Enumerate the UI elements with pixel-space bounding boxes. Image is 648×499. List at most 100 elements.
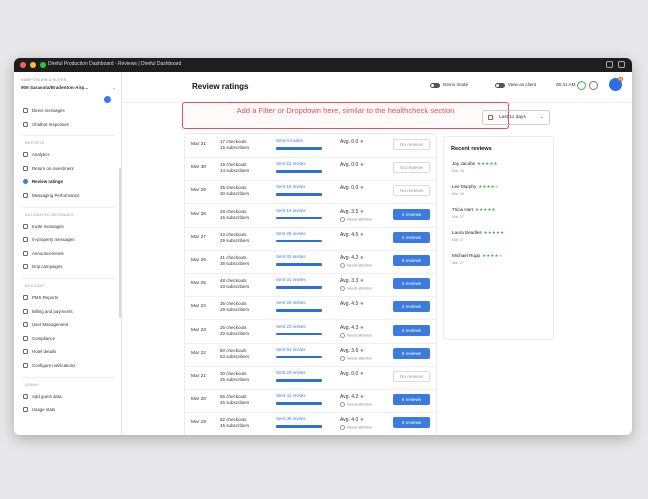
sidebar-item[interactable]: Billing and payments: [23, 307, 115, 316]
sidebar-item[interactable]: Review ratings: [23, 177, 115, 186]
sidebar-item[interactable]: Analytics: [23, 150, 115, 159]
reviews-button[interactable]: 4 reviews: [393, 324, 430, 336]
table-row: Mar 30 19 checkouts 14 subscribers Sent 12 …: [185, 157, 436, 182]
row-counts: 19 checkouts 14 subscribers: [220, 162, 249, 174]
row-subscribers: 25 subscribers: [220, 377, 250, 382]
sidebar-item[interactable]: User Management: [23, 320, 115, 329]
table-row: Mar 20 56 checkouts 45 subscribers Sent 41 …: [185, 389, 436, 414]
close-window-button[interactable]: [20, 62, 26, 68]
row-invites-link[interactable]: Sent 51 invites: [276, 347, 306, 352]
demo-mode-toggle[interactable]: [430, 83, 440, 88]
star-icon: ★: [359, 278, 365, 285]
bell-icon: [23, 363, 28, 368]
megaphone-icon: [23, 250, 28, 256]
sidebar-item[interactable]: PMS Reports: [23, 293, 115, 302]
star-icon: ★: [359, 417, 365, 424]
sidebar-scrollbar[interactable]: [119, 168, 121, 318]
sidebar-item[interactable]: Direct messages: [23, 106, 115, 115]
sidebar-item-label: Drip campaigns: [32, 264, 63, 270]
reviewer-name: Jay Jacobs: [452, 161, 475, 166]
review-date: Mar 27: [452, 215, 464, 219]
reviews-button[interactable]: 4 reviews: [393, 231, 430, 243]
row-date: Mar 23: [191, 327, 206, 333]
reviews-button[interactable]: 6 reviews: [393, 417, 430, 429]
sidebar-item-label: Add guest data: [32, 393, 62, 399]
star-rating-icon: ★★★★★: [475, 207, 496, 212]
star-icon: ★: [359, 208, 365, 215]
sidebar-item[interactable]: Usage stats: [23, 405, 115, 414]
window-title: Direful Production Dashboard - Reviews |…: [48, 61, 182, 67]
row-counts: 28 checkouts 16 subscribers: [220, 209, 249, 221]
recent-review-item[interactable]: Laura Beadles ★★★★★ Mar 27: [452, 230, 504, 242]
sidebar-section-title: ACCOUNT: [25, 284, 45, 288]
row-invites-link[interactable]: Sent 41 invites: [276, 393, 306, 398]
row-counts: 60 checkouts 53 subscribers: [220, 348, 249, 360]
date-range-dropdown[interactable]: Last 11 days ⌄: [482, 110, 550, 125]
row-average: Avg. 4.5 ★: [340, 301, 364, 307]
reviews-button[interactable]: 8 reviews: [393, 347, 430, 359]
reviews-button[interactable]: 2 reviews: [393, 301, 430, 313]
recent-review-item[interactable]: Michael Rupp ★★★★★ Mar 27: [452, 253, 503, 265]
star-rating-icon: ★★★★★: [482, 253, 503, 258]
sidebar-item[interactable]: Messaging Performance: [23, 191, 115, 200]
row-invites-link[interactable]: Sent 18 invites: [276, 184, 306, 189]
row-invites-link[interactable]: Sent 28 invites: [276, 231, 306, 236]
extension-icon[interactable]: [606, 61, 613, 68]
row-average-value: Avg. 0.0: [340, 139, 359, 145]
stats-icon: [23, 407, 28, 413]
row-invites-link[interactable]: Sent 0 invites: [276, 138, 303, 143]
sidebar-item[interactable]: Return on investment: [23, 164, 115, 173]
needs-attention-label: Needs attention: [340, 217, 372, 222]
row-average: Avg. 4.2 ★: [340, 394, 364, 400]
row-average: Avg. 0.0 ★: [340, 371, 364, 377]
row-date: Mar 20: [191, 397, 206, 403]
sidebar-item[interactable]: Drip campaigns: [23, 262, 115, 271]
recent-reviews-title: Recent reviews: [451, 146, 492, 152]
recent-review-item[interactable]: Lee Murphy ★★★★★ Mar 28: [452, 184, 499, 196]
sidebar-item[interactable]: In-property messages: [23, 235, 115, 244]
row-invites-link[interactable]: Sent 12 invites: [276, 161, 306, 166]
collapse-sidebar-icon[interactable]: [104, 96, 111, 103]
row-average-value: Avg. 0.0: [340, 162, 359, 169]
row-invites-link[interactable]: Sent 26 invites: [276, 300, 306, 305]
row-date: Mar 30: [191, 165, 206, 171]
row-invites-link[interactable]: Sent 31 invites: [276, 277, 306, 282]
row-invites-link[interactable]: Sent 32 invites: [276, 254, 306, 259]
view-as-client-toggle[interactable]: [495, 83, 505, 88]
sidebar-item[interactable]: Add guest data: [23, 392, 115, 401]
sidebar-item[interactable]: Compliance: [23, 334, 115, 343]
recent-review-item[interactable]: Jay Jacobs ★★★★★ Mar 28: [452, 161, 498, 173]
sidebar-item[interactable]: Invite messages: [23, 222, 115, 231]
row-invites-link[interactable]: Sent 20 invites: [276, 370, 306, 375]
row-date: Mar 28: [191, 211, 206, 217]
reviews-button[interactable]: 6 reviews: [393, 255, 430, 266]
table-row: Mar 19 52 checkouts 45 subscribers Sent 35 …: [185, 412, 436, 435]
row-invites-link[interactable]: Sent 14 invites: [276, 208, 306, 213]
row-invites-link[interactable]: Sent 23 invites: [276, 324, 306, 329]
org-selector[interactable]: 909 Sarasota/Bradenton-Airp...: [21, 85, 88, 90]
property-icon: [23, 237, 28, 243]
filter-placeholder-note: Add a Filter or Dropdown here, similar t…: [182, 102, 509, 129]
invites-progress-bar: [276, 170, 322, 173]
row-invites-link[interactable]: Sent 35 invites: [276, 416, 306, 421]
chevron-down-icon[interactable]: ⌄: [112, 85, 116, 91]
minimize-window-button[interactable]: [30, 62, 36, 68]
sidebar-item[interactable]: Announcements: [23, 249, 115, 258]
status-online-icon[interactable]: [577, 81, 586, 90]
menu-icon[interactable]: [618, 61, 625, 68]
performance-icon: [23, 193, 28, 198]
sidebar-item-label: Configure notifications: [32, 363, 76, 368]
reviews-button[interactable]: 3 reviews: [393, 278, 430, 290]
sidebar-item[interactable]: Chatbot responses: [23, 120, 115, 129]
sidebar-section-title: ADMIN: [25, 382, 39, 387]
sidebar-item-label: Return on investment: [32, 165, 74, 171]
sidebar-item[interactable]: Hotel details: [23, 347, 115, 356]
sidebar-item-label: PMS Reports: [32, 295, 59, 300]
recent-review-item[interactable]: Tricia Hart ★★★★★ Mar 27: [452, 207, 496, 219]
reviews-button[interactable]: 6 reviews: [393, 394, 430, 406]
reviews-button[interactable]: 4 reviews: [393, 208, 430, 220]
table-row: Mar 21 30 checkouts 25 subscribers Sent 20 …: [185, 366, 436, 390]
help-icon[interactable]: [589, 81, 598, 90]
sidebar-item[interactable]: Configure notifications: [23, 361, 115, 370]
maximize-window-button[interactable]: [40, 62, 46, 68]
